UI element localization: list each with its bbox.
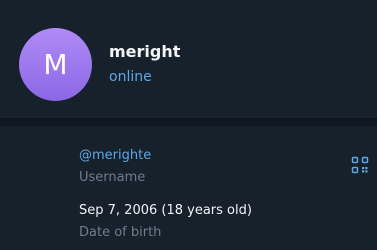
username-row[interactable]: @merighte Username	[79, 147, 151, 187]
profile-name: meright	[109, 42, 181, 61]
profile-header: M meright online	[0, 0, 377, 118]
date-of-birth-value: Sep 7, 2006 (18 years old)	[79, 203, 252, 218]
profile-info: @merighte Username Sep 7, 2006 (18 years…	[0, 126, 377, 250]
profile-status: online	[109, 69, 152, 85]
date-of-birth-row: Sep 7, 2006 (18 years old) Date of birth	[79, 202, 252, 242]
profile-page: M meright online @merighte Username Sep …	[0, 0, 377, 250]
avatar-letter: M	[43, 48, 68, 81]
qr-code-button[interactable]	[351, 156, 369, 174]
username-label: Username	[79, 170, 146, 185]
qr-code-icon	[351, 156, 369, 174]
avatar[interactable]: M	[19, 28, 92, 101]
username-value[interactable]: @merighte	[79, 147, 151, 165]
date-of-birth-label: Date of birth	[79, 225, 162, 240]
